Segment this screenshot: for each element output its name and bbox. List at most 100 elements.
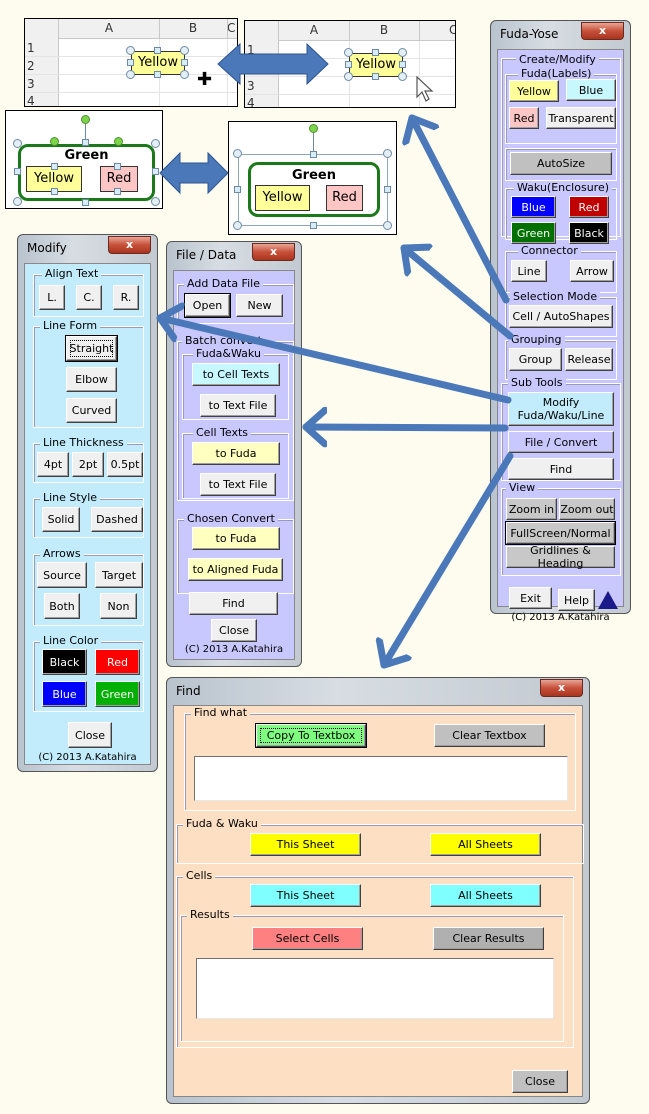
- thickness-2pt-button[interactable]: 2pt: [72, 452, 104, 477]
- group-button[interactable]: Group: [509, 348, 562, 371]
- line-color-red-button[interactable]: Red: [95, 649, 140, 675]
- double-arrow-icon: [159, 151, 229, 195]
- connector-arrow-button[interactable]: Arrow: [570, 260, 614, 282]
- zoom-in-button[interactable]: Zoom in: [506, 498, 557, 520]
- cell-autoshapes-button[interactable]: Cell / AutoShapes: [509, 305, 613, 328]
- arrow-target-button[interactable]: Target: [95, 562, 143, 588]
- align-center-button[interactable]: C.: [76, 285, 102, 310]
- to-aligned-fuda-button[interactable]: to Aligned Fuda: [188, 558, 283, 581]
- group-label: Sub Tools: [508, 376, 566, 390]
- arrow-both-button[interactable]: Both: [44, 593, 80, 619]
- cell-texts-to-fuda-button[interactable]: to Fuda: [192, 442, 280, 465]
- new-button[interactable]: New: [236, 294, 283, 317]
- thickness-0-5pt-button[interactable]: 0.5pt: [107, 452, 143, 477]
- autosize-button[interactable]: AutoSize: [510, 152, 612, 175]
- mouse-pointer-icon: [416, 75, 434, 102]
- modify-body: Align Text L. C. R. Line Form Straight E…: [24, 263, 151, 765]
- to-cell-texts-button[interactable]: to Cell Texts: [192, 363, 280, 386]
- close-button[interactable]: Close: [68, 722, 112, 748]
- close-button[interactable]: x: [581, 22, 624, 40]
- file-convert-button[interactable]: File / Convert: [508, 431, 614, 453]
- style-dashed-button[interactable]: Dashed: [91, 507, 143, 532]
- find-what-textbox[interactable]: [194, 756, 568, 801]
- close-button[interactable]: Close: [211, 619, 257, 642]
- group-label: Results: [187, 908, 233, 922]
- close-button[interactable]: x: [252, 243, 295, 261]
- group-label: Line Thickness: [40, 436, 127, 450]
- group-label: Create/Modify: [516, 53, 599, 67]
- align-right-button[interactable]: R.: [113, 285, 139, 310]
- row-header-2: 2: [247, 61, 255, 75]
- thickness-4pt-button[interactable]: 4pt: [37, 452, 69, 477]
- fuda-red[interactable]: Red: [326, 185, 363, 211]
- help-button[interactable]: Help: [558, 589, 595, 611]
- modify-fuda-waku-line-button[interactable]: Modify Fuda/Waku/Line: [508, 392, 614, 426]
- cell-texts-to-text-file-button[interactable]: to Text File: [200, 473, 276, 496]
- waku-blue-button[interactable]: Blue: [511, 196, 556, 218]
- waku-red-button[interactable]: Red: [569, 196, 609, 218]
- move-cursor-icon: ✚: [197, 69, 213, 90]
- line-form-curved-button[interactable]: Curved: [66, 398, 117, 423]
- fuda-transparent-button[interactable]: Transparent: [546, 107, 616, 129]
- waku-green-button[interactable]: Green: [511, 222, 556, 244]
- group-label: Waku(Enclosure): [514, 181, 613, 195]
- file-data-window: File / Data x Add Data File Open New Bat…: [166, 241, 302, 667]
- to-text-file-button[interactable]: to Text File: [200, 394, 276, 417]
- find-body: Find what Copy To Textbox Clear Textbox …: [173, 705, 584, 1097]
- waku-label: Green: [64, 148, 109, 163]
- group-label: Batch convert: [182, 334, 265, 348]
- find-button[interactable]: Find: [508, 458, 614, 480]
- group-label: Grouping: [508, 333, 565, 347]
- fuda-blue-button[interactable]: Blue: [566, 79, 616, 101]
- fuda-yellow[interactable]: Yellow: [255, 185, 310, 211]
- gridlines-heading-button[interactable]: Gridlines & Heading: [506, 544, 615, 570]
- connector-line-button[interactable]: Line: [511, 260, 547, 282]
- group-label: Fuda&Waku: [193, 347, 264, 361]
- row-header-3: 3: [27, 77, 35, 91]
- column-header-b: B: [188, 21, 198, 35]
- close-button[interactable]: Close: [512, 1070, 568, 1093]
- arrow-source-button[interactable]: Source: [37, 562, 87, 588]
- line-color-black-button[interactable]: Black: [42, 649, 87, 675]
- line-form-elbow-button[interactable]: Elbow: [66, 367, 117, 392]
- find-button[interactable]: Find: [189, 592, 278, 615]
- fuda-waku-all-sheets-button[interactable]: All Sheets: [430, 833, 541, 856]
- button-label-line2: Fuda/Waku/Line: [517, 409, 605, 422]
- group-label: Line Form: [40, 319, 101, 333]
- group-label: Fuda & Waku: [183, 817, 261, 831]
- cells-all-sheets-button[interactable]: All Sheets: [430, 884, 541, 907]
- open-button[interactable]: Open: [184, 293, 231, 318]
- fuda-waku-this-sheet-button[interactable]: This Sheet: [250, 833, 361, 856]
- copy-to-textbox-button[interactable]: Copy To Textbox: [255, 723, 367, 748]
- close-button[interactable]: x: [540, 679, 583, 697]
- group-label: Cell Texts: [193, 426, 252, 440]
- style-solid-button[interactable]: Solid: [42, 507, 80, 532]
- line-form-straight-button[interactable]: Straight: [65, 335, 118, 362]
- fullscreen-normal-button[interactable]: FullScreen/Normal: [505, 521, 616, 545]
- excel-snapshot-before: A B C 1 2 3 4 Yellow ✚: [24, 18, 238, 107]
- collapse-triangle-icon[interactable]: [598, 591, 618, 609]
- clear-textbox-button[interactable]: Clear Textbox: [434, 724, 545, 747]
- group-snapshot-after: Green Yellow Red: [228, 121, 397, 235]
- file-data-body: Add Data File Open New Batch convert Fud…: [173, 270, 295, 660]
- column-header-c: C: [227, 21, 236, 35]
- column-header-c: C: [449, 23, 455, 37]
- arrow-non-button[interactable]: Non: [100, 593, 137, 619]
- zoom-out-button[interactable]: Zoom out: [559, 498, 615, 520]
- chosen-to-fuda-button[interactable]: to Fuda: [192, 527, 280, 550]
- line-color-green-button[interactable]: Green: [95, 681, 140, 707]
- fuda-yellow-button[interactable]: Yellow: [509, 80, 559, 102]
- select-cells-button[interactable]: Select Cells: [252, 927, 363, 950]
- exit-button[interactable]: Exit: [509, 587, 552, 609]
- cells-this-sheet-button[interactable]: This Sheet: [250, 884, 361, 907]
- results-listbox[interactable]: [196, 958, 554, 1019]
- line-color-blue-button[interactable]: Blue: [42, 681, 87, 707]
- group-snapshot-before: Green Yellow Red: [5, 110, 163, 209]
- clear-results-button[interactable]: Clear Results: [433, 927, 544, 950]
- fuda-red-button[interactable]: Red: [509, 107, 539, 129]
- close-button[interactable]: x: [108, 236, 151, 254]
- align-left-button[interactable]: L.: [39, 285, 65, 310]
- release-button[interactable]: Release: [565, 348, 613, 371]
- column-header-a: A: [104, 21, 114, 35]
- waku-black-button[interactable]: Black: [569, 222, 609, 244]
